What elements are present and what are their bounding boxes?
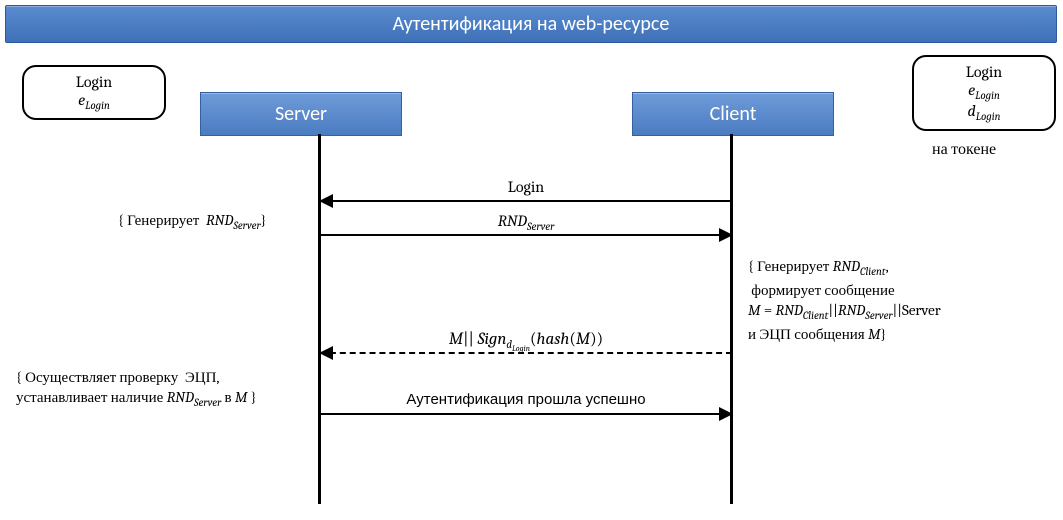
sequence-diagram: Аутентификация на web-ресурсе Login eLog…	[0, 0, 1063, 520]
arrowhead-right-icon	[719, 228, 733, 242]
note-client-generates: { Генерирует RNDClient, формирует сообще…	[748, 256, 1058, 344]
note-server-generates: { Генерирует RNDServer}	[118, 210, 266, 234]
client-keys-box: Login eLogin dLogin	[912, 55, 1056, 131]
msg-line	[320, 200, 732, 202]
msg-login-label: Login	[320, 178, 732, 196]
arrowhead-right-icon	[719, 407, 733, 421]
msg-auth-success-label: Аутентификация прошла успешно	[320, 391, 732, 408]
participant-server: Server	[200, 92, 402, 136]
arrowhead-left-icon	[319, 346, 333, 360]
msg-line	[320, 234, 732, 236]
client-keys-line1: Login	[924, 63, 1044, 81]
msg-signature-label: M|| SigndLogin(hash(M))	[320, 330, 732, 354]
msg-auth-success: Аутентификация прошла успешно	[320, 413, 732, 435]
diagram-title: Аутентификация на web-ресурсе	[5, 5, 1057, 43]
note-server-verifies: { Осуществляет проверку ЭЦП,устанавливае…	[16, 367, 316, 411]
msg-rnd-server-label: RNDServer	[320, 212, 732, 233]
msg-signature: M|| SigndLogin(hash(M))	[320, 352, 732, 374]
msg-line	[320, 352, 732, 354]
server-keys-box: Login eLogin	[22, 65, 166, 120]
server-keys-line2: eLogin	[34, 91, 154, 112]
msg-line	[320, 413, 732, 415]
client-keys-line2: eLogin	[924, 81, 1044, 102]
token-caption: на токене	[932, 140, 996, 159]
server-keys-line1: Login	[34, 73, 154, 91]
msg-rnd-server: RNDServer	[320, 234, 732, 256]
arrowhead-left-icon	[319, 194, 333, 208]
client-keys-line3: dLogin	[924, 102, 1044, 123]
participant-client: Client	[632, 92, 834, 136]
